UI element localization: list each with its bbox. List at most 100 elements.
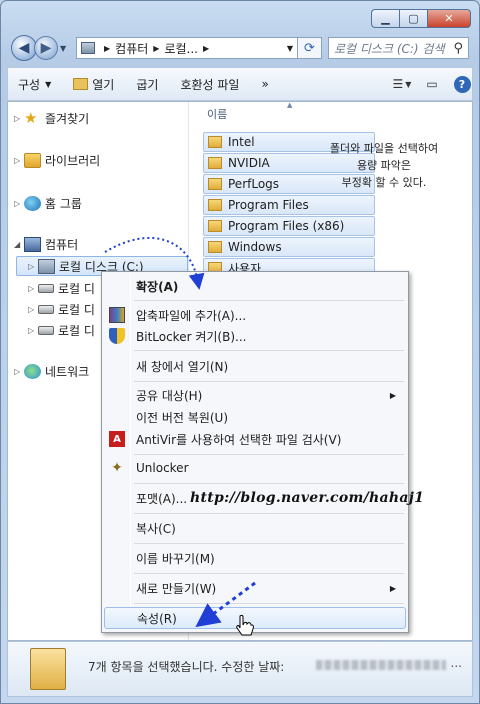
more-label: » [261, 77, 269, 91]
help-icon: ? [453, 75, 471, 93]
details-pane: 7개 항목을 선택했습니다. 수정한 날짜: ... [7, 641, 473, 697]
history-dropdown[interactable]: ▼ [60, 44, 70, 53]
sort-up-icon: ▲ [287, 101, 293, 109]
collapse-triangle-icon[interactable]: ◢ [14, 240, 24, 249]
nav-item-drive-4[interactable]: ▷ 로컬 디 [28, 322, 95, 339]
expand-triangle-icon[interactable]: ▷ [14, 199, 24, 208]
address-segment-computer[interactable]: 컴퓨터 [115, 40, 148, 57]
nav-label: 로컬 디 [58, 303, 95, 317]
system-drive-icon [38, 259, 55, 274]
close-button[interactable]: ✕ [427, 9, 471, 28]
nav-label: 즐겨찾기 [45, 112, 90, 126]
refresh-button[interactable]: ⟳ [298, 37, 322, 59]
file-name: PerfLogs [228, 177, 280, 191]
nav-label: 로컬 디 [58, 324, 95, 338]
list-item[interactable]: Program Files (x86) [203, 216, 375, 236]
library-icon [24, 153, 41, 168]
expand-triangle-icon[interactable]: ▷ [28, 284, 38, 293]
shield-icon [109, 328, 125, 344]
caption-buttons: ▁ ▢ ✕ [371, 9, 471, 28]
nav-item-network[interactable]: ▷ 네트워크 [14, 363, 89, 380]
menu-label: 새로 만들기(W) [136, 581, 217, 596]
menu-item-unlocker[interactable]: ✦ Unlocker [104, 457, 406, 479]
nav-label: 라이브러리 [45, 154, 101, 168]
winrar-icon [109, 307, 125, 323]
column-header-name[interactable]: 이름 ▲ [207, 101, 292, 122]
submenu-arrow-icon: ▶ [389, 390, 396, 400]
menu-item-new[interactable]: 새로 만들기(W) ▶ [104, 577, 406, 599]
dropdown-arrow-icon: ▼ [45, 79, 52, 89]
menu-separator [134, 603, 404, 604]
menu-item-add-archive[interactable]: 압축파일에 추가(A)... [104, 304, 406, 326]
preview-pane-button[interactable]: ▭ [422, 74, 442, 94]
annotation-note: 폴더와 파일을 선택하여 용량 파악은 부정확 할 수 있다. [309, 140, 459, 191]
computer-icon [81, 42, 95, 54]
menu-item-properties[interactable]: 속성(R) [104, 607, 406, 629]
search-icon: ⚲ [453, 40, 463, 56]
address-segment-local[interactable]: 로컬... [164, 40, 198, 57]
magic-wand-icon: ✦ [111, 460, 123, 476]
menu-item-antivir-scan[interactable]: A AntiVir를 사용하여 선택한 파일 검사(V) [104, 428, 406, 450]
nav-item-favorites[interactable]: ▷ ★ 즐겨찾기 [14, 110, 89, 127]
file-name: Intel [228, 135, 255, 149]
nav-label: 컴퓨터 [45, 238, 79, 252]
menu-item-restore-versions[interactable]: 이전 버전 복원(U) [104, 406, 406, 428]
nav-item-libraries[interactable]: ▷ 라이브러리 [14, 152, 100, 169]
menu-separator [134, 381, 404, 382]
minimize-button[interactable]: ▁ [371, 9, 399, 28]
menu-separator [134, 513, 404, 514]
hand-cursor-icon [236, 614, 254, 636]
menu-label: BitLocker 켜기(B)... [136, 329, 247, 344]
menu-label: 이름 바꾸기(M) [136, 551, 215, 566]
menu-item-share[interactable]: 공유 대상(H) ▶ [104, 384, 406, 406]
view-options-button[interactable]: ☰ ▼ [392, 74, 412, 94]
open-folder-icon [73, 78, 89, 90]
expand-triangle-icon[interactable]: ▷ [14, 114, 24, 123]
antivir-icon: A [109, 431, 125, 447]
homegroup-icon [24, 196, 41, 211]
menu-separator [134, 483, 404, 484]
expand-triangle-icon[interactable]: ▷ [14, 367, 24, 376]
chevron-right-icon: ▶ [104, 43, 111, 53]
list-item[interactable]: Program Files [203, 195, 375, 215]
menu-item-rename[interactable]: 이름 바꾸기(M) [104, 547, 406, 569]
menu-item-expand[interactable]: 확장(A) [104, 275, 406, 297]
address-dropdown-icon[interactable]: ▼ [287, 44, 293, 53]
maximize-button[interactable]: ▢ [399, 9, 427, 28]
dropdown-arrow-icon: ▼ [405, 79, 412, 89]
note-line: 폴더와 파일을 선택하여 [329, 142, 439, 155]
file-name: Program Files [228, 198, 309, 212]
expand-triangle-icon[interactable]: ▷ [28, 262, 38, 271]
menu-separator [134, 350, 404, 351]
menu-item-new-window[interactable]: 새 창에서 열기(N) [104, 355, 406, 377]
compatibility-files-button[interactable]: 호환성 파일 [180, 76, 239, 93]
open-button[interactable]: 열기 [73, 76, 114, 93]
hard-drive-icon [38, 284, 54, 293]
address-bar[interactable]: ▶ 컴퓨터 ▶ 로컬... ▶ ▼ [76, 37, 298, 59]
file-name: Windows [228, 240, 282, 254]
expand-triangle-icon[interactable]: ▷ [14, 156, 24, 165]
menu-label: Unlocker [136, 461, 189, 475]
menu-item-copy[interactable]: 복사(C) [104, 517, 406, 539]
menu-item-bitlocker[interactable]: BitLocker 켜기(B)... [104, 325, 406, 347]
menu-label: 새 창에서 열기(N) [136, 359, 229, 374]
command-bar: 구성 ▼ 열기 굽기 호환성 파일 » ☰ ▼ ▭ ? [7, 67, 473, 101]
expand-triangle-icon[interactable]: ▷ [28, 305, 38, 314]
organize-button[interactable]: 구성 ▼ [18, 76, 51, 93]
more-commands-button[interactable]: » [261, 77, 268, 91]
nav-item-homegroup[interactable]: ▷ 홈 그룹 [14, 195, 82, 212]
expand-triangle-icon[interactable]: ▷ [28, 326, 38, 335]
star-icon: ★ [24, 109, 38, 127]
nav-item-drive-3[interactable]: ▷ 로컬 디 [28, 301, 95, 318]
list-item[interactable]: Windows [203, 237, 375, 257]
search-input[interactable]: 로컬 디스크 (C:) 검색 ⚲ [328, 37, 469, 59]
nav-item-computer[interactable]: ◢ 컴퓨터 [14, 236, 78, 253]
folder-icon [208, 199, 222, 211]
forward-button[interactable]: ▶ [34, 36, 58, 60]
nav-item-drive-2[interactable]: ▷ 로컬 디 [28, 280, 95, 297]
burn-button[interactable]: 굽기 [136, 76, 158, 93]
menu-label: 확장(A) [136, 279, 179, 294]
help-button[interactable]: ? [452, 74, 472, 94]
folder-icon [208, 241, 222, 253]
navigation-bar: ◀ ▶ ▼ ▶ 컴퓨터 ▶ 로컬... ▶ ▼ ⟳ 로컬 디스크 (C:) 검색… [11, 35, 469, 61]
